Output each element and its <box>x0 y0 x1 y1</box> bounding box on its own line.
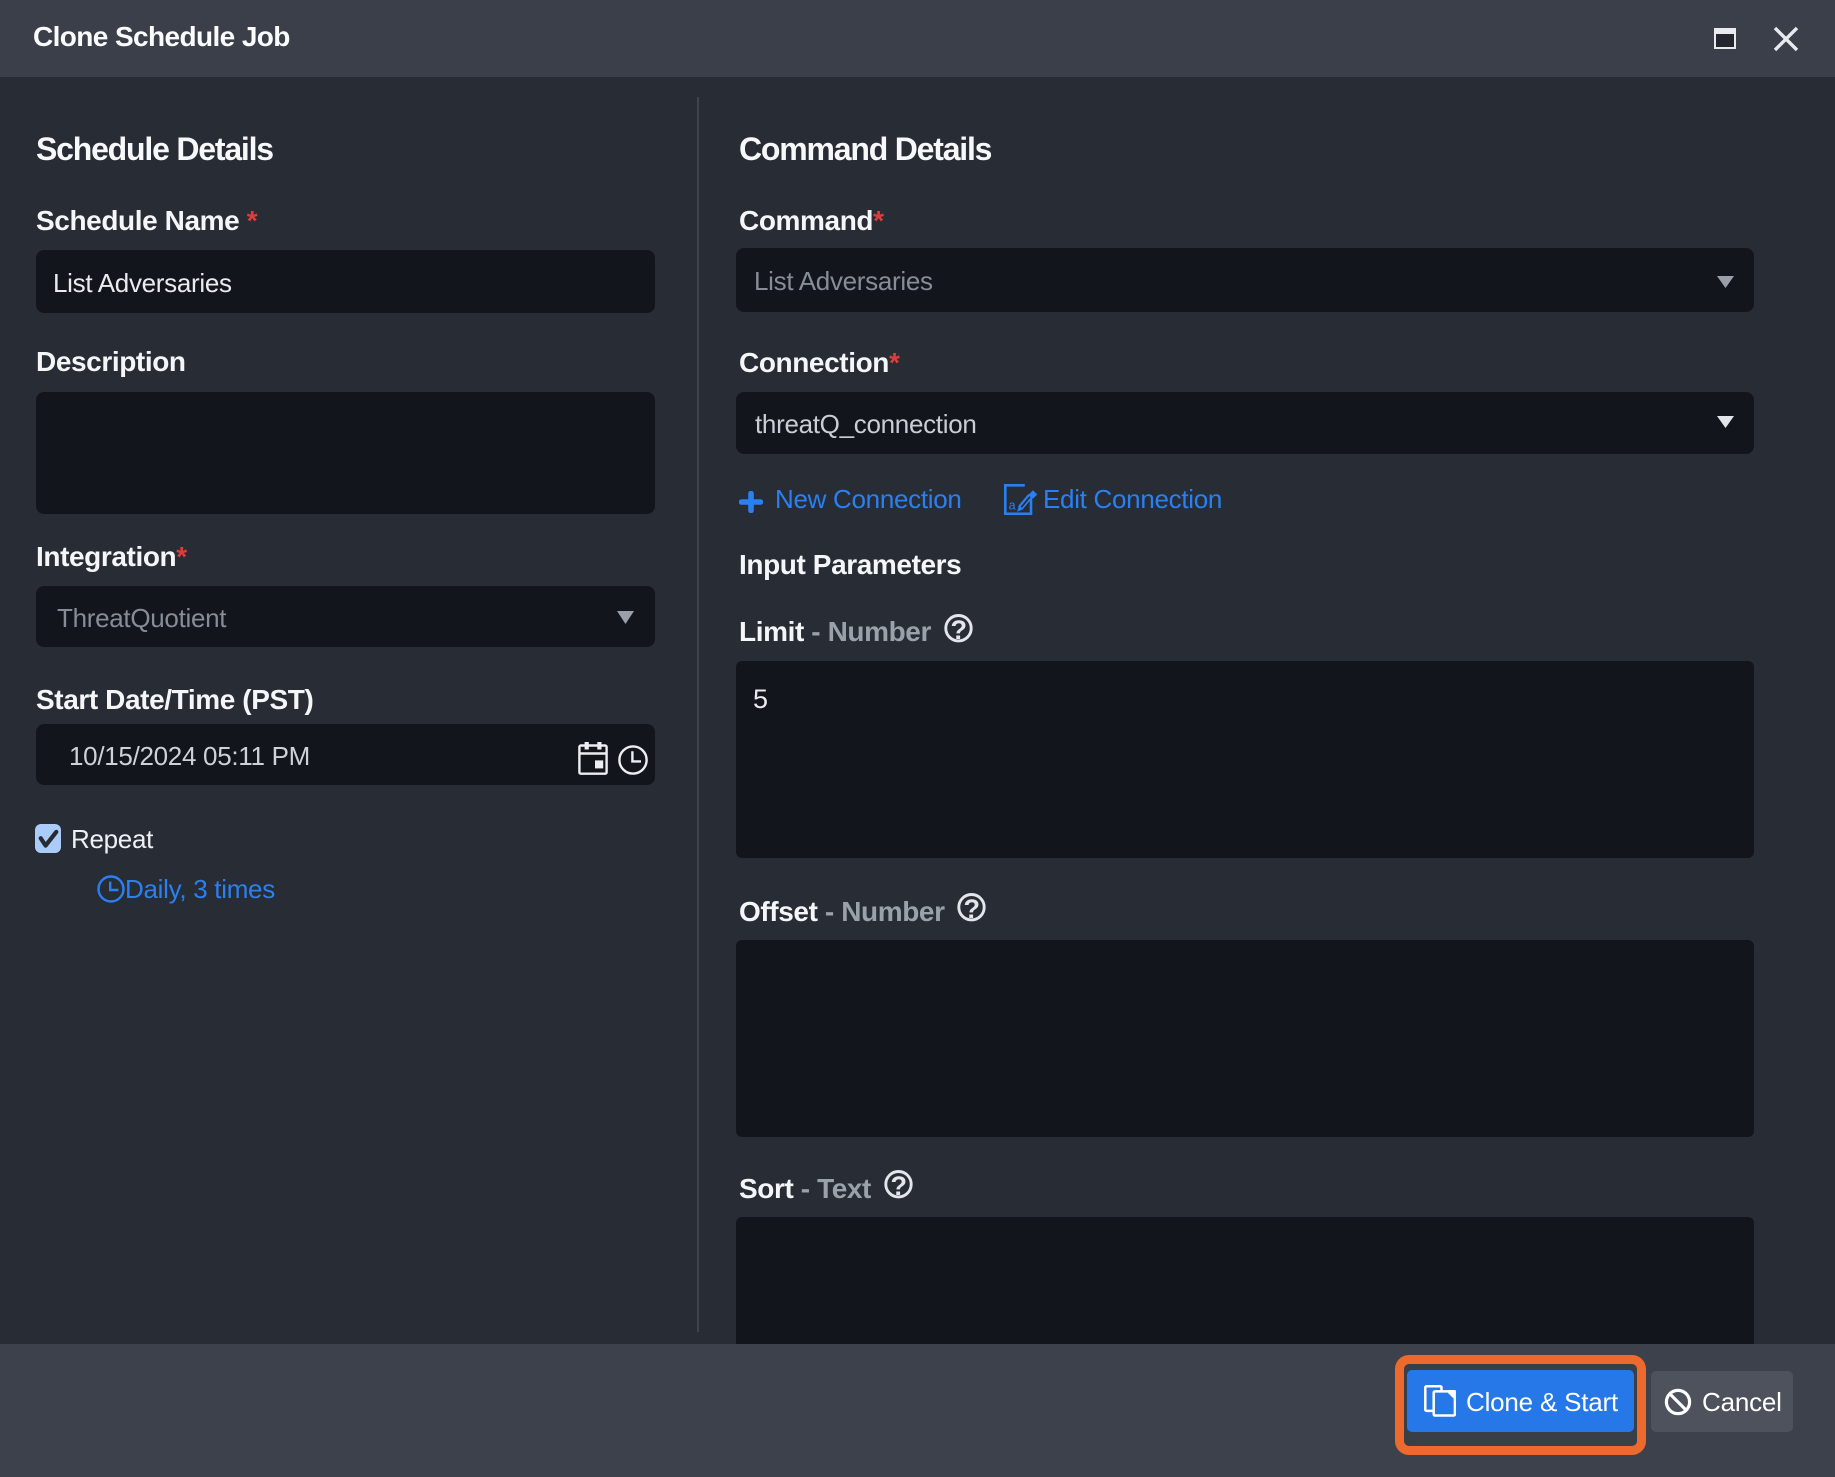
svg-text:?: ? <box>950 615 967 643</box>
svg-text:?: ? <box>963 894 980 922</box>
svg-text:a: a <box>1009 499 1016 513</box>
svg-text:?: ? <box>890 1171 907 1199</box>
